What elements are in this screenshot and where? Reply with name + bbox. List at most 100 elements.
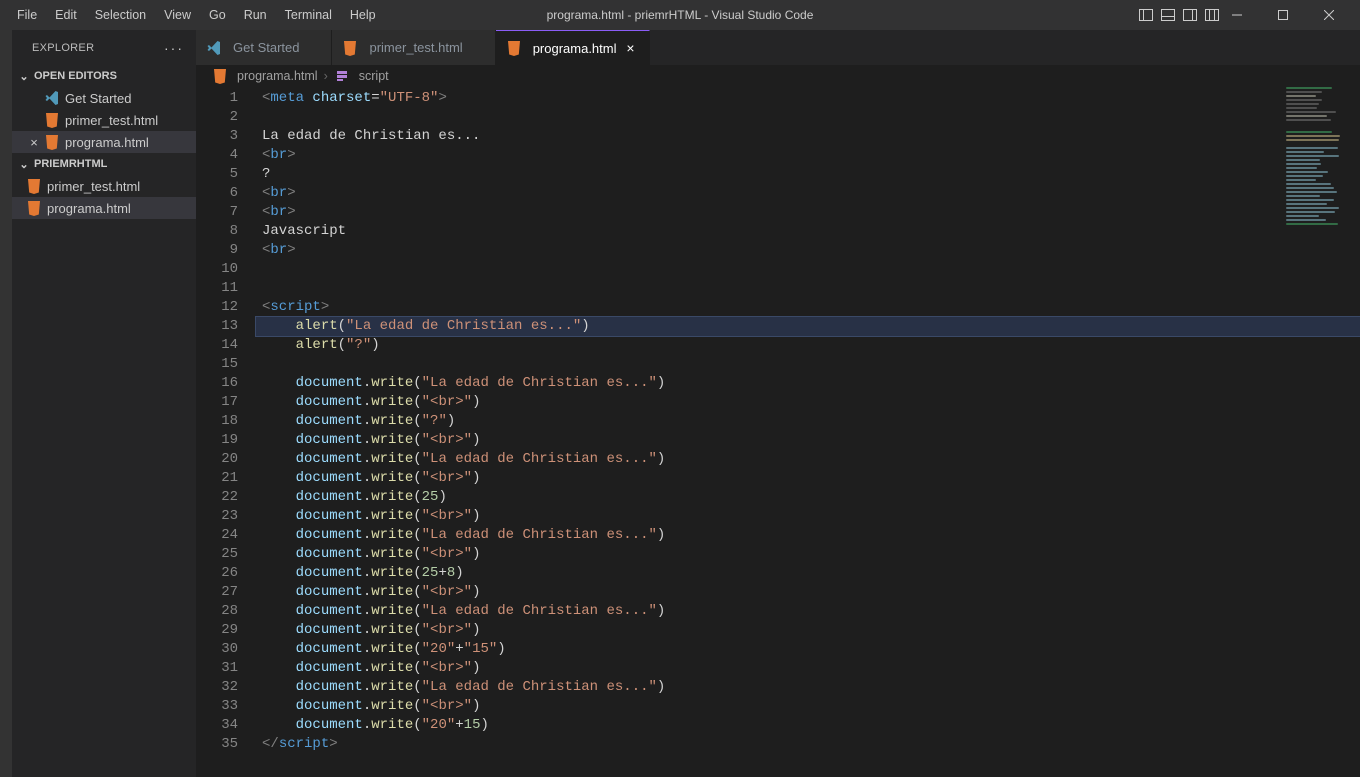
breadcrumb-file[interactable]: programa.html bbox=[212, 68, 318, 84]
code-line[interactable]: document.write("<br>") bbox=[256, 469, 1360, 488]
vscode-icon bbox=[206, 40, 222, 56]
code-line[interactable]: document.write("<br>") bbox=[256, 659, 1360, 678]
sidebar-more-icon[interactable]: ··· bbox=[164, 40, 184, 56]
chevron-down-icon: ⌄ bbox=[16, 70, 32, 83]
html-icon bbox=[26, 178, 42, 194]
explorer-sidebar: EXPLORER ··· ⌄ OPEN EDITORS ×Get Started… bbox=[12, 30, 196, 777]
chevron-down-icon: ⌄ bbox=[16, 158, 32, 171]
code-line[interactable]: Javascript bbox=[256, 222, 1360, 241]
code-line[interactable]: <br> bbox=[256, 146, 1360, 165]
close-icon[interactable]: × bbox=[623, 40, 639, 56]
tab-label: primer_test.html bbox=[369, 40, 462, 55]
minimize-button[interactable] bbox=[1214, 0, 1260, 30]
sidebar-header: EXPLORER ··· bbox=[12, 30, 196, 65]
file-tree-item[interactable]: primer_test.html bbox=[12, 175, 196, 197]
folder-section[interactable]: ⌄ PRIEMRHTML bbox=[12, 153, 196, 175]
code-line[interactable] bbox=[256, 260, 1360, 279]
breadcrumbs[interactable]: programa.html › script bbox=[196, 65, 1360, 87]
editor-area: Get Started×primer_test.html×programa.ht… bbox=[196, 30, 1360, 777]
code-line[interactable]: document.write("La edad de Christian es.… bbox=[256, 450, 1360, 469]
html-icon bbox=[26, 200, 42, 216]
html-icon bbox=[44, 134, 60, 150]
code-editor[interactable]: 1234567891011121314151617181920212223242… bbox=[196, 87, 1360, 777]
layout-sidebar-right-icon[interactable] bbox=[1182, 7, 1198, 23]
breadcrumb-separator: › bbox=[322, 69, 330, 83]
file-tree-label: programa.html bbox=[47, 201, 131, 216]
code-line[interactable]: document.write("20"+"15") bbox=[256, 640, 1360, 659]
breadcrumb-symbol-label: script bbox=[359, 69, 389, 83]
open-editor-label: Get Started bbox=[65, 91, 131, 106]
menu-file[interactable]: File bbox=[8, 4, 46, 26]
code-line[interactable]: document.write("<br>") bbox=[256, 545, 1360, 564]
html-icon bbox=[44, 112, 60, 128]
code-line[interactable]: <meta charset="UTF-8"> bbox=[256, 89, 1360, 108]
code-line[interactable]: ? bbox=[256, 165, 1360, 184]
code-line[interactable]: <br> bbox=[256, 203, 1360, 222]
code-line[interactable]: document.write("20"+15) bbox=[256, 716, 1360, 735]
open-editor-label: programa.html bbox=[65, 135, 149, 150]
code-line[interactable]: document.write(25) bbox=[256, 488, 1360, 507]
html-icon bbox=[342, 40, 358, 56]
code-line[interactable]: document.write("La edad de Christian es.… bbox=[256, 678, 1360, 697]
vscode-icon bbox=[44, 90, 60, 106]
code-line[interactable] bbox=[256, 279, 1360, 298]
title-bar: FileEditSelectionViewGoRunTerminalHelp p… bbox=[0, 0, 1360, 30]
editor-tab[interactable]: programa.html × bbox=[496, 30, 650, 65]
code-line[interactable]: document.write("<br>") bbox=[256, 697, 1360, 716]
code-line[interactable]: </script> bbox=[256, 735, 1360, 754]
breadcrumb-file-label: programa.html bbox=[237, 69, 318, 83]
folder-label: PRIEMRHTML bbox=[34, 158, 107, 170]
breadcrumb-symbol[interactable]: script bbox=[334, 68, 389, 84]
maximize-button[interactable] bbox=[1260, 0, 1306, 30]
editor-tab[interactable]: primer_test.html× bbox=[332, 30, 495, 65]
minimap[interactable] bbox=[1286, 87, 1346, 287]
code-line[interactable]: document.write("La edad de Christian es.… bbox=[256, 374, 1360, 393]
html-icon bbox=[506, 40, 522, 56]
code-line[interactable]: document.write("<br>") bbox=[256, 431, 1360, 450]
close-icon[interactable]: × bbox=[24, 135, 44, 150]
window-title: programa.html - priemrHTML - Visual Stud… bbox=[547, 8, 814, 22]
code-line[interactable]: document.write("<br>") bbox=[256, 393, 1360, 412]
close-button[interactable] bbox=[1306, 0, 1352, 30]
menu-bar: FileEditSelectionViewGoRunTerminalHelp bbox=[8, 4, 385, 26]
code-line[interactable]: <br> bbox=[256, 184, 1360, 203]
menu-selection[interactable]: Selection bbox=[86, 4, 155, 26]
code-line[interactable]: document.write("<br>") bbox=[256, 507, 1360, 526]
open-editor-item[interactable]: ×primer_test.html bbox=[12, 109, 196, 131]
tab-label: programa.html bbox=[533, 41, 617, 56]
menu-run[interactable]: Run bbox=[235, 4, 276, 26]
layout-panel-icon[interactable] bbox=[1160, 7, 1176, 23]
editor-tabs: Get Started×primer_test.html×programa.ht… bbox=[196, 30, 1360, 65]
code-line[interactable]: document.write("<br>") bbox=[256, 583, 1360, 602]
menu-terminal[interactable]: Terminal bbox=[276, 4, 341, 26]
open-editor-item[interactable]: × programa.html bbox=[12, 131, 196, 153]
code-line[interactable]: document.write("?") bbox=[256, 412, 1360, 431]
code-line[interactable]: alert("?") bbox=[256, 336, 1360, 355]
layout-sidebar-left-icon[interactable] bbox=[1138, 7, 1154, 23]
code-line[interactable] bbox=[256, 355, 1360, 374]
open-editors-section[interactable]: ⌄ OPEN EDITORS bbox=[12, 65, 196, 87]
window-controls bbox=[1214, 0, 1352, 30]
code-content[interactable]: <meta charset="UTF-8"> La edad de Christi… bbox=[256, 87, 1360, 777]
code-line[interactable] bbox=[256, 108, 1360, 127]
menu-edit[interactable]: Edit bbox=[46, 4, 86, 26]
open-editors-label: OPEN EDITORS bbox=[34, 70, 117, 82]
tab-label: Get Started bbox=[233, 40, 299, 55]
open-editor-item[interactable]: ×Get Started bbox=[12, 87, 196, 109]
file-tree-label: primer_test.html bbox=[47, 179, 140, 194]
code-line[interactable]: <br> bbox=[256, 241, 1360, 260]
menu-view[interactable]: View bbox=[155, 4, 200, 26]
code-line[interactable]: document.write("La edad de Christian es.… bbox=[256, 602, 1360, 621]
editor-tab[interactable]: Get Started× bbox=[196, 30, 332, 65]
code-line[interactable]: alert("La edad de Christian es...") bbox=[256, 317, 1360, 336]
menu-help[interactable]: Help bbox=[341, 4, 385, 26]
line-number-gutter: 1234567891011121314151617181920212223242… bbox=[196, 87, 256, 777]
code-line[interactable]: La edad de Christian es... bbox=[256, 127, 1360, 146]
code-line[interactable]: <script> bbox=[256, 298, 1360, 317]
menu-go[interactable]: Go bbox=[200, 4, 235, 26]
code-line[interactable]: document.write("<br>") bbox=[256, 621, 1360, 640]
activity-bar[interactable] bbox=[0, 30, 12, 777]
code-line[interactable]: document.write("La edad de Christian es.… bbox=[256, 526, 1360, 545]
code-line[interactable]: document.write(25+8) bbox=[256, 564, 1360, 583]
file-tree-item[interactable]: programa.html bbox=[12, 197, 196, 219]
